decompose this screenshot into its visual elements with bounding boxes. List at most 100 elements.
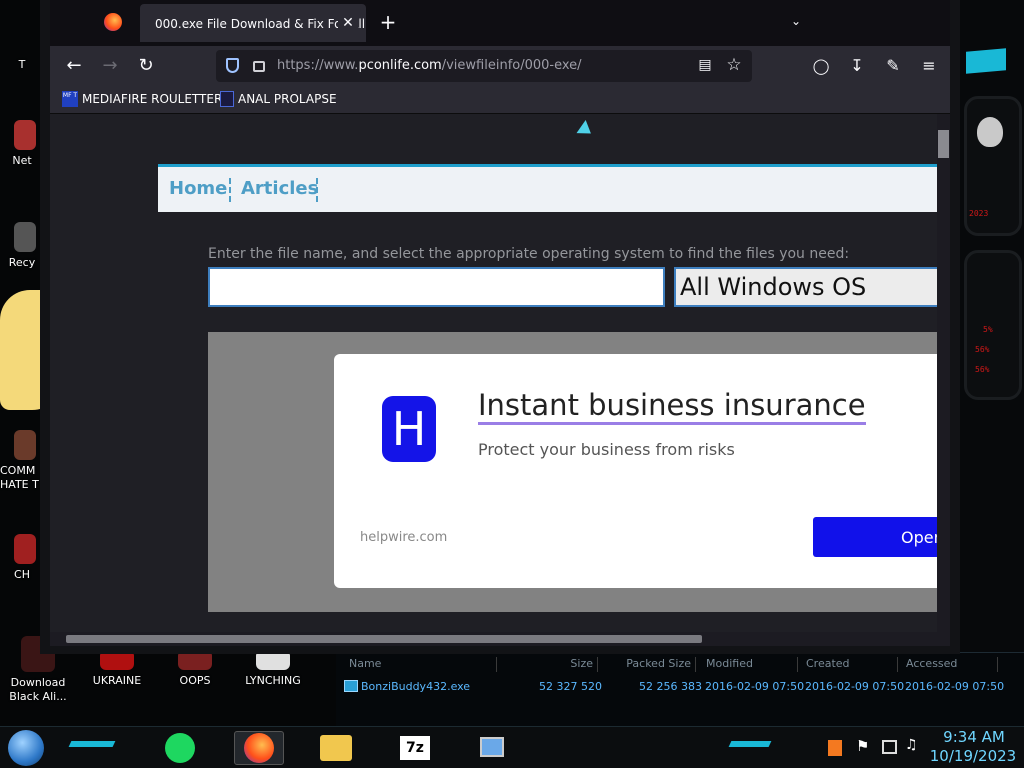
bookmark-second[interactable]: ANAL PROLAPSE	[220, 91, 337, 107]
pocket-icon[interactable]: ◯	[810, 56, 832, 76]
desktop-icon-t[interactable]: T	[0, 58, 44, 72]
file-name: BonziBuddy432.exe	[361, 680, 471, 693]
nav-separator	[229, 178, 231, 202]
clock-date[interactable]: 10/19/2023	[928, 747, 1018, 765]
tab-title: 000.exe File Download & Fix For All	[155, 17, 366, 31]
url-domain: pconlife.com	[358, 58, 442, 73]
shield-icon[interactable]	[226, 58, 239, 73]
alien-badge: 2023	[964, 96, 1022, 236]
firefox-icon	[244, 733, 274, 763]
horizontal-scrollbar[interactable]	[50, 632, 950, 646]
url-prefix: https://www.	[277, 58, 359, 73]
file-icon	[14, 534, 36, 564]
bookmark-mediafire[interactable]: MF T MEDIAFIRE ROULETTER	[62, 91, 222, 107]
bookmark-label: ANAL PROLAPSE	[238, 92, 337, 106]
clock-time[interactable]: 9:34 AM	[932, 728, 1016, 746]
nav-articles[interactable]: Articles	[241, 178, 318, 199]
file-packed-size: 52 256 383	[639, 680, 702, 693]
bookmark-icon	[220, 91, 234, 107]
star-icon[interactable]: ☆	[724, 55, 744, 75]
search-hint: Enter the file name, and select the appr…	[208, 246, 850, 262]
taskbar: 7z ⚑ ♫ 9:34 AM 10/19/2023	[0, 726, 1024, 768]
accent-bar	[966, 48, 1006, 74]
url-path: /viewfileinfo/000-exe/	[441, 58, 582, 73]
network-icon	[14, 120, 36, 150]
file-name-input[interactable]	[208, 267, 665, 307]
cursor-icon	[576, 120, 596, 140]
folder-icon	[320, 735, 352, 761]
file-icon	[14, 430, 36, 460]
os-select[interactable]: All Windows OS	[674, 267, 937, 307]
accent-stripe	[68, 741, 116, 747]
flag-icon[interactable]: ⚑	[856, 737, 869, 755]
gauge-panel: 5% 56% 56%	[964, 250, 1022, 400]
7zip-icon: 7z	[400, 736, 430, 760]
desktop-icon-comm[interactable]: COMM HATE T	[0, 430, 44, 492]
volume-icon[interactable]: ♫	[905, 737, 918, 753]
taskbar-firefox[interactable]	[234, 731, 284, 765]
column-header-accessed[interactable]: Accessed	[902, 657, 998, 672]
file-created: 2016-02-09 07:50	[805, 680, 905, 693]
list-tabs-icon[interactable]: ⌄	[786, 11, 806, 31]
spotify-icon	[165, 733, 195, 763]
site-nav: Home Articles	[158, 164, 937, 212]
ad-card[interactable]: H Instant business insurance Protect you…	[334, 354, 937, 588]
alien-icon	[977, 117, 1003, 147]
bookmarks-toolbar: MF T MEDIAFIRE ROULETTER ANAL PROLAPSE	[50, 86, 950, 114]
lock-icon[interactable]	[253, 61, 265, 72]
reload-icon[interactable]: ↻	[136, 56, 156, 76]
ad-domain: helpwire.com	[360, 530, 448, 545]
tab-active[interactable]: 000.exe File Download & Fix For All	[140, 4, 366, 42]
desktop-icon-recycle-bin[interactable]: Recy	[0, 222, 44, 270]
file-size: 52 327 520	[539, 680, 602, 693]
taskbar-spotify[interactable]	[160, 731, 200, 765]
tray-app-icon[interactable]	[828, 740, 842, 756]
desktop-icon-ch[interactable]: CH	[0, 534, 44, 582]
download-icon[interactable]: ↧	[846, 56, 868, 76]
taskbar-7zip[interactable]: 7z	[397, 731, 433, 765]
ad-subtitle: Protect your business from risks	[478, 440, 735, 459]
column-header-size[interactable]: Size	[502, 657, 598, 672]
nav-home[interactable]: Home	[169, 178, 227, 199]
url-bar[interactable]: https://www.pconlife.com/viewfileinfo/00…	[216, 50, 752, 82]
firefox-icon[interactable]	[104, 13, 122, 31]
network-status-icon[interactable]	[882, 740, 897, 754]
file-manager-panel: Name Size Packed Size Modified Created A…	[336, 652, 1024, 726]
mediafire-icon: MF T	[62, 91, 78, 107]
ad-title[interactable]: Instant business insurance	[478, 388, 866, 425]
exe-file-icon	[344, 680, 358, 692]
desktop-icon-lynching[interactable]: LYNCHING	[238, 650, 308, 688]
desktop-skin-panel: 2023 5% 56% 56%	[960, 0, 1024, 660]
back-icon[interactable]: ←	[64, 56, 84, 76]
ad-open-button[interactable]: Open	[813, 517, 937, 557]
column-header-modified[interactable]: Modified	[702, 657, 798, 672]
ad-logo: H	[382, 396, 436, 462]
desktop-icon-network[interactable]: Net	[0, 120, 44, 168]
extensions-icon[interactable]: ✎	[882, 56, 904, 76]
vertical-scrollbar[interactable]	[937, 114, 950, 632]
file-accessed: 2016-02-09 07:50	[905, 680, 1005, 693]
desktop-icon-ukraine[interactable]: UKRAINE	[82, 650, 152, 688]
accent-stripe	[728, 741, 772, 747]
browser-window: 000.exe File Download & Fix For All ✕ + …	[40, 0, 960, 654]
ad-frame: H Instant business insurance Protect you…	[208, 332, 937, 612]
start-button[interactable]	[8, 730, 44, 766]
scroll-thumb[interactable]	[938, 130, 949, 158]
close-icon[interactable]: ✕	[338, 13, 358, 33]
column-header-name[interactable]: Name	[345, 657, 497, 672]
desktop-icon-oops[interactable]: OOPS	[160, 650, 230, 688]
tab-bar: 000.exe File Download & Fix For All ✕ + …	[50, 0, 950, 46]
new-tab-icon[interactable]: +	[376, 12, 400, 32]
column-header-packed-size[interactable]: Packed Size	[602, 657, 696, 672]
page-content: Home Articles Enter the file name, and s…	[50, 114, 937, 632]
reader-icon[interactable]: ▤	[696, 55, 714, 75]
scroll-thumb[interactable]	[66, 635, 702, 643]
file-modified: 2016-02-09 07:50	[705, 680, 805, 693]
forward-icon[interactable]: →	[100, 56, 120, 76]
column-header-created[interactable]: Created	[802, 657, 898, 672]
recycle-bin-icon	[14, 222, 36, 252]
taskbar-network-tool[interactable]	[474, 731, 510, 765]
nav-separator	[316, 178, 318, 202]
menu-icon[interactable]: ≡	[918, 56, 940, 76]
taskbar-file-explorer[interactable]	[316, 731, 356, 765]
